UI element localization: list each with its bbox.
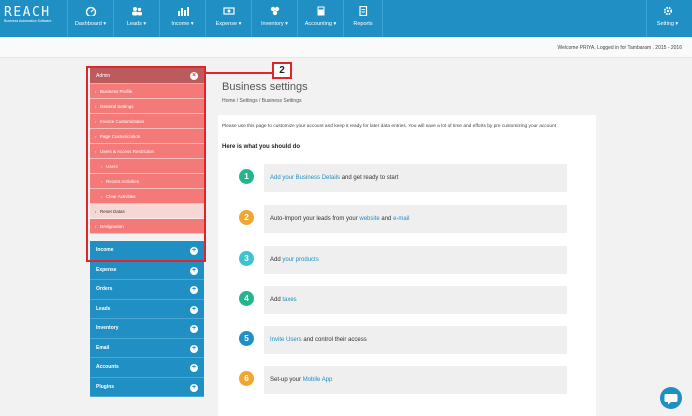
- plus-icon[interactable]: +: [190, 364, 198, 372]
- page-title: Business settings: [222, 81, 308, 93]
- nav-accounting[interactable]: Accounting ▾: [297, 0, 343, 37]
- sidebar-item-label: Expense: [96, 266, 117, 273]
- step-number: 1: [239, 169, 254, 184]
- nav-label: Income ▾: [171, 21, 194, 27]
- steps-heading: Here is what you should do: [222, 144, 301, 150]
- step-1: 1 Add your Business Details and get read…: [239, 164, 569, 192]
- step-6: 6 Set-up your Mobile App: [239, 366, 569, 394]
- leads-icon: [131, 7, 142, 16]
- products-link[interactable]: your products: [282, 257, 318, 263]
- step-4: 4 Add taxes: [239, 286, 569, 314]
- logo-text: REACH: [4, 5, 51, 20]
- email-link[interactable]: e-mail: [393, 216, 409, 222]
- inventory-icon: [270, 6, 279, 16]
- nav-label: Dashboard ▾: [74, 21, 107, 27]
- sidebar-item-inventory[interactable]: Inventory +: [90, 319, 204, 339]
- chat-button[interactable]: [660, 387, 682, 409]
- top-navbar: REACH Business Automation Software Dashb…: [0, 0, 692, 37]
- sidebar-item-label: Inventory: [96, 325, 119, 331]
- dashboard-icon: [85, 6, 96, 16]
- nav-setting[interactable]: Setting ▾: [646, 0, 688, 37]
- sidebar-item-plugins[interactable]: Plugins +: [90, 377, 204, 397]
- callout-line: [204, 72, 272, 74]
- nav-label: Reports: [353, 21, 373, 27]
- website-link[interactable]: website: [359, 216, 379, 222]
- sidebar-item-label: Accounts: [96, 364, 119, 370]
- sidebar-item-label: Leads: [96, 305, 111, 312]
- step-text: Add: [270, 297, 283, 303]
- nav-label: Leads ▾: [126, 21, 147, 27]
- step-text: Auto-Import your leads from your: [270, 216, 360, 222]
- reports-icon: [359, 6, 368, 16]
- step-text: Set-up your: [270, 377, 303, 383]
- plus-icon[interactable]: +: [190, 383, 198, 392]
- step-number: 2: [239, 210, 254, 225]
- nav-income[interactable]: Income ▾: [159, 0, 205, 37]
- step-text: Add: [270, 257, 283, 263]
- income-chart-icon: [177, 7, 189, 16]
- expense-icon: [222, 7, 235, 15]
- plus-icon[interactable]: +: [190, 305, 198, 314]
- sidebar-item-orders[interactable]: Orders +: [90, 280, 204, 300]
- taxes-link[interactable]: taxes: [282, 297, 296, 303]
- logo-tagline: Business Automation Software: [4, 19, 52, 23]
- mobile-app-link[interactable]: Mobile App: [303, 377, 333, 383]
- step-text: and: [379, 216, 394, 222]
- sidebar-item-leads[interactable]: Leads +: [90, 299, 204, 319]
- step-3: 3 Add your products: [239, 246, 569, 274]
- sidebar-item-label: Orders: [96, 286, 113, 292]
- callout-number: 2: [272, 62, 292, 79]
- intro-text: Please use this page to customize your a…: [222, 124, 557, 129]
- sidebar-item-label: Plugins: [96, 383, 115, 390]
- welcome-text: Welcome PRIYA, Logged in for Tambaram . …: [557, 45, 682, 51]
- sidebar-item-expense[interactable]: Expense +: [90, 260, 204, 280]
- nav-label: Expense ▾: [215, 21, 242, 27]
- nav-label: Accounting ▾: [304, 21, 337, 27]
- nav-leads[interactable]: Leads ▾: [113, 0, 159, 37]
- step-5: 5 Invite Users and control their access: [239, 326, 569, 354]
- plus-icon[interactable]: +: [190, 344, 198, 353]
- chat-bubble-icon: [664, 394, 678, 405]
- step-card: Add your products: [264, 246, 567, 274]
- business-details-link[interactable]: Add your Business Details: [270, 175, 340, 181]
- step-card: Add your Business Details and get ready …: [264, 164, 567, 192]
- nav-label: Setting ▾: [656, 21, 679, 27]
- nav-inventory[interactable]: Inventory ▾: [251, 0, 297, 37]
- nav-expense[interactable]: Expense ▾: [205, 0, 251, 37]
- step-number: 6: [239, 371, 254, 386]
- step-card: Add taxes: [264, 286, 567, 314]
- nav-reports[interactable]: Reports: [343, 0, 383, 37]
- sidebar-item-accounts[interactable]: Accounts +: [90, 358, 204, 378]
- invite-users-link[interactable]: Invite Users: [270, 337, 302, 343]
- step-number: 5: [239, 331, 254, 346]
- highlight-box: [86, 66, 206, 262]
- step-number: 3: [239, 251, 254, 266]
- step-text: and get ready to start: [340, 175, 399, 181]
- step-number: 4: [239, 291, 254, 306]
- app-logo[interactable]: REACH Business Automation Software: [4, 6, 64, 24]
- plus-icon[interactable]: +: [190, 325, 198, 333]
- gear-icon: [663, 6, 672, 16]
- nav-dashboard[interactable]: Dashboard ▾: [67, 0, 113, 37]
- sidebar-item-label: Email: [96, 344, 110, 351]
- settings-panel: Please use this page to customize your a…: [218, 115, 596, 416]
- step-card: Auto-Import your leads from your website…: [264, 205, 567, 233]
- step-text: and control their access: [301, 337, 367, 343]
- step-card: Invite Users and control their access: [264, 326, 567, 354]
- step-card: Set-up your Mobile App: [264, 366, 567, 394]
- sidebar-item-email[interactable]: Email +: [90, 338, 204, 358]
- step-2: 2 Auto-Import your leads from your websi…: [239, 205, 569, 233]
- plus-icon[interactable]: +: [190, 266, 198, 275]
- nav-label: Inventory ▾: [261, 21, 288, 27]
- accounting-icon: [317, 6, 324, 16]
- welcome-strip: Welcome PRIYA, Logged in for Tambaram . …: [0, 37, 692, 58]
- plus-icon[interactable]: +: [190, 286, 198, 294]
- breadcrumb[interactable]: Home / Settings / Business Settings: [222, 98, 301, 104]
